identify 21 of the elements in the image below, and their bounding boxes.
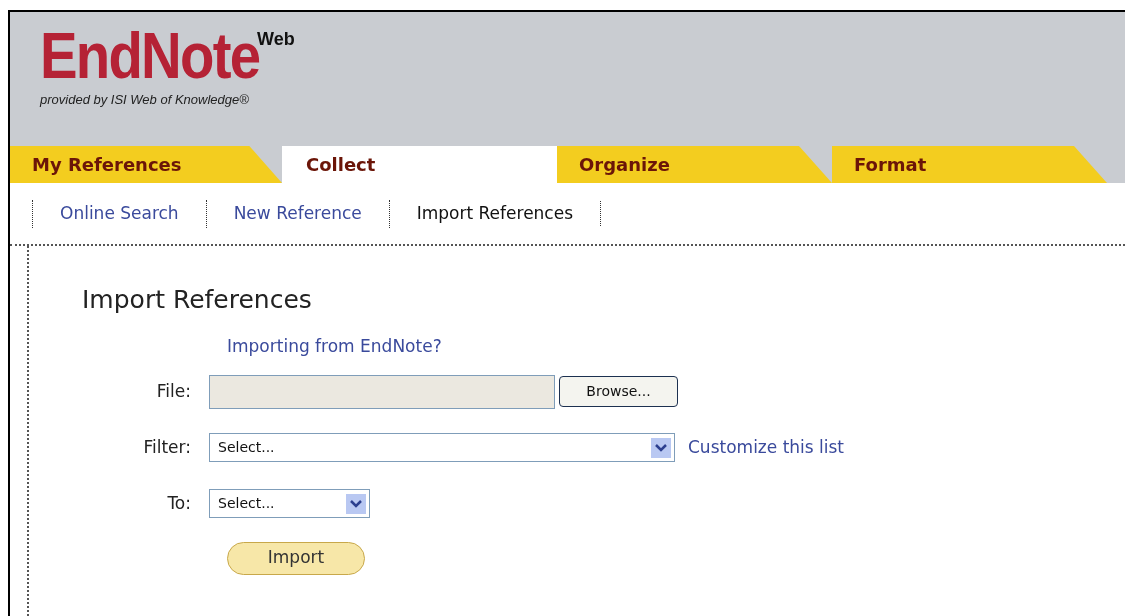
logo-superscript: Web [257,28,295,49]
browse-button[interactable]: Browse... [559,376,678,407]
nav-tab[interactable]: My References [10,146,282,183]
logo-wordmark: EndNote [40,24,260,88]
file-path-field[interactable] [209,374,555,409]
nav-tab[interactable]: Collect [282,146,557,183]
import-button[interactable]: Import [227,541,365,575]
customize-link[interactable]: Customize this list [688,434,845,461]
logo-tagline: provided by ISI Web of Knowledge® [40,91,250,109]
dropdown[interactable]: Select... [209,433,675,462]
page-heading: Import References [82,284,313,316]
field-label: To: [166,491,192,515]
subnav-link[interactable]: Import References [389,200,602,227]
field-label: Filter: [142,435,192,459]
subnav-link[interactable]: New Reference [206,200,389,227]
nav-tab[interactable]: Format [832,146,1107,183]
field-label: File: [155,379,192,403]
subnav-link[interactable]: Online Search [33,200,206,227]
dropdown[interactable]: Select... [209,489,370,518]
help-link[interactable]: Importing from EndNote? [227,336,442,356]
nav-tab[interactable]: Organize [557,146,832,183]
